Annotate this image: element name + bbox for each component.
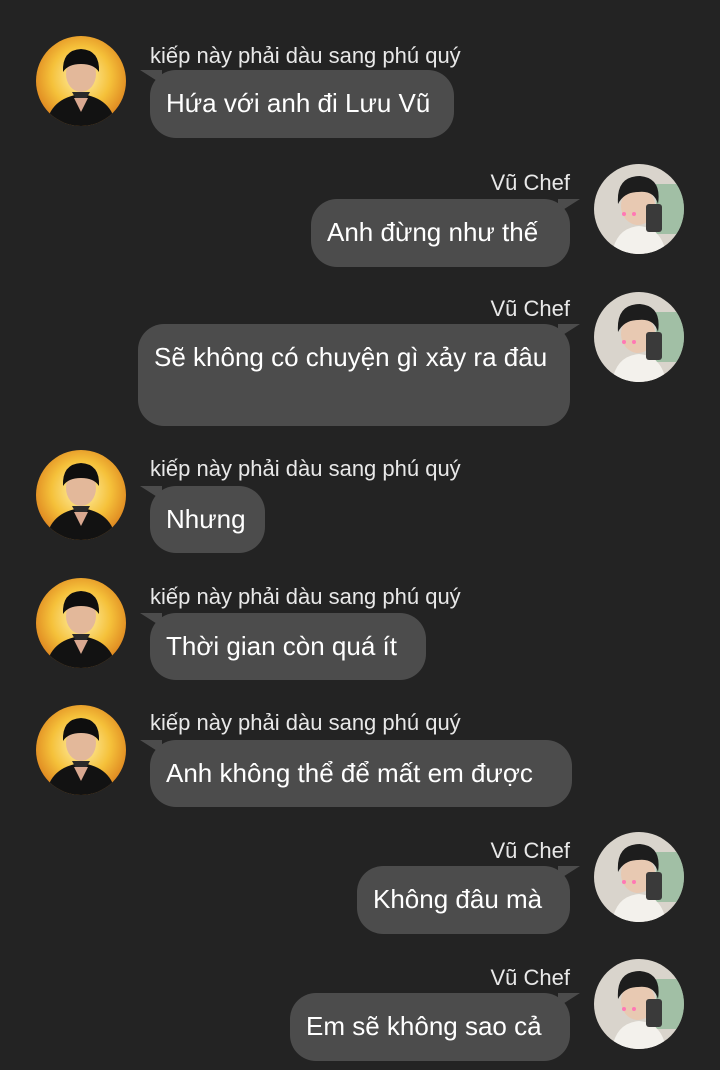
sender-name: kiếp này phải dàu sang phú quý	[150, 584, 461, 609]
message-row: kiếp này phải dàu sang phú quý Thời gian…	[0, 578, 720, 688]
message-bubble[interactable]: Hứa với anh đi Lưu Vũ	[150, 70, 454, 138]
user-avatar-black-hat-icon[interactable]	[36, 705, 126, 795]
message-row: Vũ Chef Không đâu mà	[0, 832, 720, 942]
sender-name: Vũ Chef	[490, 296, 571, 321]
user-avatar-black-hat-icon[interactable]	[36, 450, 126, 540]
user-avatar-selfie-icon[interactable]	[594, 292, 684, 382]
user-avatar-black-hat-icon[interactable]	[36, 578, 126, 668]
message-bubble[interactable]: Anh không thể để mất em được	[150, 740, 572, 807]
message-bubble[interactable]: Nhưng	[150, 486, 265, 553]
sender-name: Vũ Chef	[490, 965, 571, 990]
message-bubble[interactable]: Anh đừng như thế	[311, 199, 570, 267]
message-bubble[interactable]: Thời gian còn quá ít	[150, 613, 426, 680]
message-row: Vũ Chef Em sẽ không sao cả	[0, 959, 720, 1069]
sender-name: Vũ Chef	[490, 170, 571, 195]
message-row: kiếp này phải dàu sang phú quý Hứa với a…	[0, 36, 720, 146]
sender-name: kiếp này phải dàu sang phú quý	[150, 456, 461, 481]
message-row: Vũ Chef Sẽ không có chuyện gì xảy ra đâu	[0, 292, 720, 432]
message-row: Vũ Chef Anh đừng như thế	[0, 164, 720, 274]
user-avatar-selfie-icon[interactable]	[594, 959, 684, 1049]
sender-name: kiếp này phải dàu sang phú quý	[150, 43, 461, 68]
message-row: kiếp này phải dàu sang phú quý Anh không…	[0, 705, 720, 815]
message-bubble[interactable]: Không đâu mà	[357, 866, 570, 934]
message-row: kiếp này phải dàu sang phú quý Nhưng	[0, 450, 720, 560]
message-bubble[interactable]: Em sẽ không sao cả	[290, 993, 570, 1061]
user-avatar-selfie-icon[interactable]	[594, 832, 684, 922]
sender-name: kiếp này phải dàu sang phú quý	[150, 710, 461, 735]
user-avatar-black-hat-icon[interactable]	[36, 36, 126, 126]
user-avatar-selfie-icon[interactable]	[594, 164, 684, 254]
message-bubble[interactable]: Sẽ không có chuyện gì xảy ra đâu	[138, 324, 570, 426]
sender-name: Vũ Chef	[490, 838, 571, 863]
